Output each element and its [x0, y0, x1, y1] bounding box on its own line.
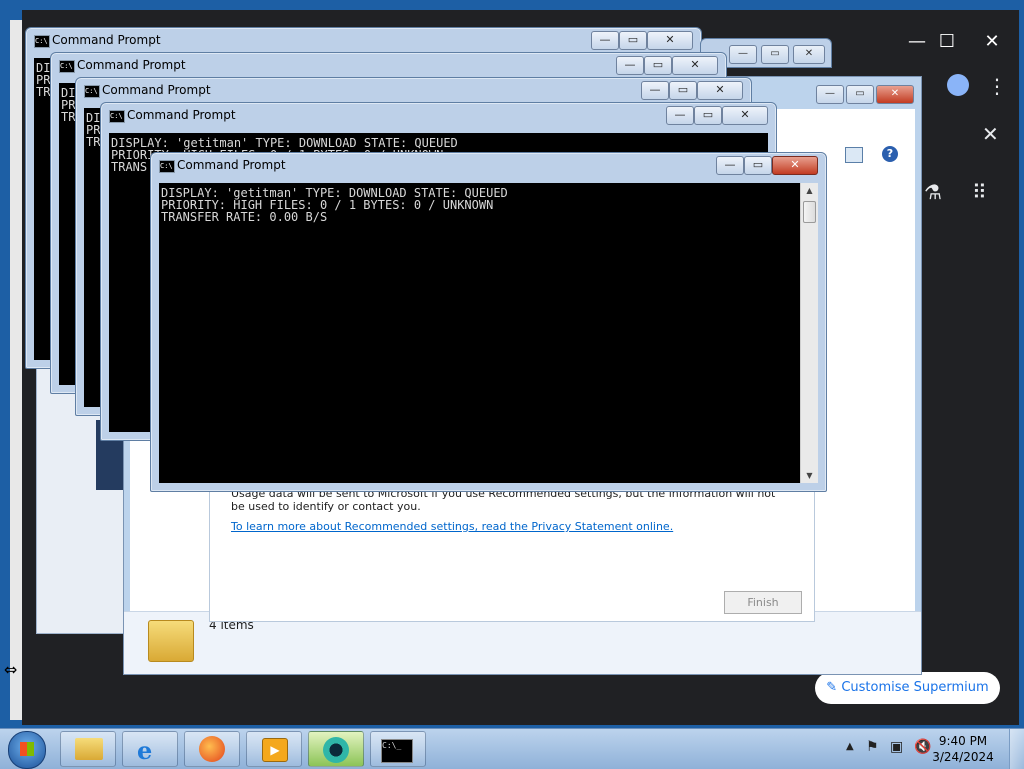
window-title: Command Prompt [177, 158, 286, 172]
title-bar[interactable]: C:\ Command Prompt — ▭ ✕ [107, 105, 770, 127]
command-prompt-window-active[interactable]: C:\ Command Prompt — ▭ ✕ DISPLAY: 'getitma… [150, 152, 827, 492]
clock-time: 9:40 PM [938, 734, 988, 748]
window-title: Command Prompt [52, 33, 161, 47]
maximize-button[interactable]: ▭ [744, 156, 772, 175]
taskbar-media-player[interactable]: ▶ [246, 731, 302, 767]
folder-icon [148, 620, 194, 662]
cmd-icon: C:\_ [381, 739, 413, 763]
preview-pane-icon[interactable] [845, 147, 863, 163]
help-icon[interactable]: ? [882, 146, 898, 162]
scroll-down-icon[interactable]: ▼ [801, 468, 818, 483]
privacy-link[interactable]: To learn more about Recommended settings… [231, 520, 673, 533]
maximize-button[interactable]: ▭ [644, 56, 672, 75]
console-line: TRANS [111, 160, 148, 174]
scroll-thumb[interactable] [803, 201, 816, 223]
background-window-edge [10, 20, 22, 720]
taskbar-command-prompt[interactable]: C:\_ [370, 731, 426, 767]
show-hidden-icons[interactable]: ▲ [846, 741, 854, 752]
profile-icon[interactable] [947, 74, 969, 96]
close-button[interactable]: ✕ [722, 106, 768, 125]
close-button[interactable]: ✕ [647, 31, 693, 50]
close-button[interactable]: ✕ [697, 81, 743, 100]
console-line: TR [86, 135, 101, 149]
close-button[interactable]: ✕ [772, 156, 818, 175]
vertical-scrollbar[interactable]: ▲ ▼ [800, 183, 818, 483]
pencil-icon: ✎ [826, 680, 842, 695]
console-line: TR [36, 85, 51, 99]
taskbar-internet-explorer[interactable]: e [122, 731, 178, 767]
close-icon[interactable]: ✕ [977, 32, 1007, 52]
console-line: TRANSFER RATE: 0.00 B/S [161, 210, 328, 224]
clock-date: 3/24/2024 [932, 750, 994, 764]
more-icon[interactable]: ⋮ [987, 74, 1007, 98]
action-center-flag-icon[interactable]: ⚑ [866, 739, 879, 755]
scroll-up-icon[interactable]: ▲ [801, 183, 818, 198]
maximize-button[interactable]: ▭ [761, 45, 789, 64]
cmd-icon: C:\ [109, 110, 125, 123]
maximize-button[interactable]: ▭ [694, 106, 722, 125]
minimize-button[interactable]: — [816, 85, 844, 104]
taskbar-explorer[interactable] [60, 731, 116, 767]
start-orb[interactable] [8, 731, 46, 769]
apps-icon[interactable]: ⠿ [972, 180, 987, 204]
minimize-button[interactable]: — [641, 81, 669, 100]
minimize-button[interactable]: — [716, 156, 744, 175]
close-button[interactable]: ✕ [672, 56, 718, 75]
customise-button[interactable]: ✎ Customise Supermium [815, 672, 1000, 704]
minimize-button[interactable]: — [591, 31, 619, 50]
cmd-icon: C:\ [59, 60, 75, 73]
system-clock[interactable]: 9:40 PM 3/24/2024 [928, 733, 998, 765]
firefox-icon [199, 736, 225, 762]
window-title: Command Prompt [77, 58, 186, 72]
minimize-button[interactable]: — [729, 45, 757, 64]
labs-icon[interactable]: ⚗ [924, 180, 942, 204]
close-button[interactable]: ✕ [793, 45, 825, 64]
title-bar[interactable]: C:\ Command Prompt — ▭ ✕ [157, 155, 820, 177]
taskbar-browser[interactable] [308, 731, 364, 767]
window-title: Command Prompt [102, 83, 211, 97]
windows-logo-icon [20, 742, 34, 756]
cmd-icon: C:\ [159, 160, 175, 173]
minimize-button[interactable]: — [616, 56, 644, 75]
close-icon[interactable]: ✕ [982, 122, 999, 146]
maximize-button[interactable]: ▭ [619, 31, 647, 50]
maximize-icon[interactable]: ☐ [932, 32, 962, 52]
ie-icon: e [137, 736, 153, 765]
taskbar: e ▶ C:\_ ▲ ⚑ ▣ 🔇 9:40 PM 3/24/2024 [0, 728, 1024, 769]
setup-wizard: Usage data will be sent to Microsoft if … [209, 486, 815, 622]
cmd-icon: C:\ [84, 85, 100, 98]
taskbar-firefox[interactable] [184, 731, 240, 767]
browser-icon [323, 737, 349, 763]
maximize-button[interactable]: ▭ [669, 81, 697, 100]
resize-cursor-icon: ⇔ [4, 660, 18, 679]
console-line: TR [61, 110, 76, 124]
network-icon[interactable]: ▣ [890, 739, 903, 755]
minimize-button[interactable]: — [666, 106, 694, 125]
title-bar[interactable]: C:\ Command Prompt — ▭ ✕ [82, 80, 745, 102]
window-title: Command Prompt [127, 108, 236, 122]
title-bar[interactable]: C:\ Command Prompt — ▭ ✕ [32, 30, 695, 52]
close-button[interactable]: ✕ [876, 85, 914, 104]
minimize-icon[interactable]: — [902, 32, 932, 52]
cmd-icon: C:\ [34, 35, 50, 48]
show-desktop-button[interactable] [1009, 729, 1024, 769]
finish-button[interactable]: Finish [724, 591, 802, 614]
media-player-icon: ▶ [262, 738, 288, 762]
maximize-button[interactable]: ▭ [846, 85, 874, 104]
folder-icon [75, 738, 103, 760]
title-bar[interactable]: C:\ Command Prompt — ▭ ✕ [57, 55, 720, 77]
console-output: DISPLAY: 'getitman' TYPE: DOWNLOAD STATE… [159, 183, 818, 483]
